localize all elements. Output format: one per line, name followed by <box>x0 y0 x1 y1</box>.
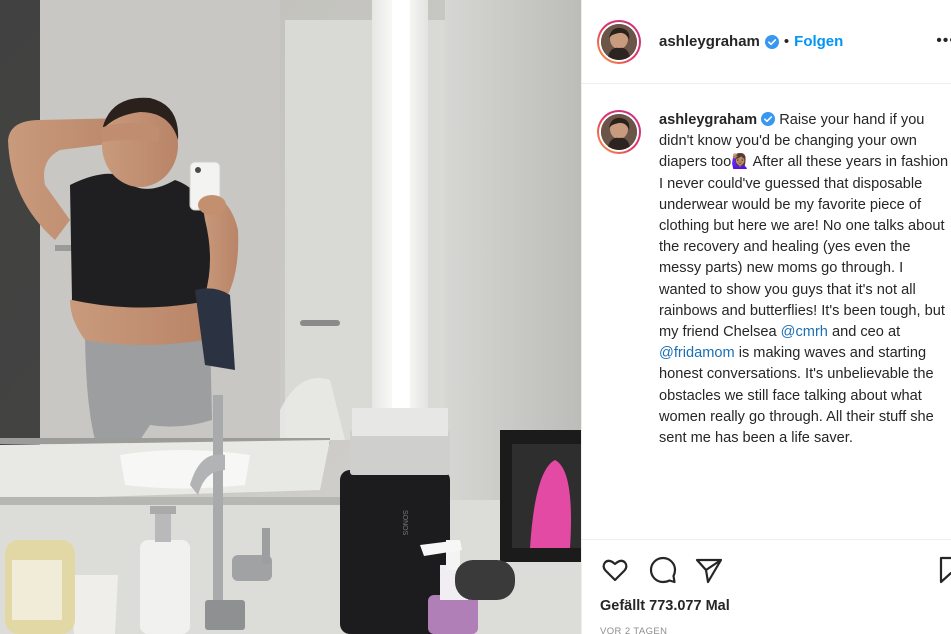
comment-icon[interactable] <box>648 555 678 585</box>
profile-avatar[interactable] <box>597 19 641 64</box>
likes-count[interactable]: Gefällt 773.077 Mal <box>600 598 730 614</box>
header-separator: • <box>783 33 790 50</box>
caption-avatar[interactable] <box>597 110 641 154</box>
profile-photo-icon <box>601 23 637 60</box>
verified-badge-icon <box>764 34 779 49</box>
username-link[interactable]: ashleygraham <box>659 33 760 50</box>
bookmark-icon[interactable] <box>936 555 951 585</box>
post-header: ashleygraham • Folgen ••• <box>582 0 951 84</box>
caption: ashleygraham Raise your hand if you didn… <box>597 110 951 449</box>
heart-icon[interactable] <box>600 555 630 585</box>
mention-link-fridamom[interactable]: @fridamom <box>659 345 735 361</box>
svg-text:SONOS: SONOS <box>401 510 408 536</box>
post-timestamp[interactable]: VOR 2 TAGEN <box>600 626 667 634</box>
post-side-panel: ashleygraham • Folgen ••• <box>581 0 951 634</box>
profile-photo-icon <box>601 114 637 150</box>
caption-segment: and ceo at <box>827 324 901 341</box>
paper-plane-icon[interactable] <box>694 555 724 585</box>
post-actions: Gefällt 773.077 Mal VOR 2 TAGEN <box>582 539 951 634</box>
verified-badge-icon <box>761 112 776 126</box>
post-photo[interactable]: SONOS <box>0 0 581 634</box>
caption-text: ashleygraham Raise your hand if you didn… <box>659 110 949 449</box>
caption-username-link[interactable]: ashleygraham <box>659 112 757 128</box>
follow-button[interactable]: Folgen <box>794 33 843 50</box>
more-options-icon[interactable]: ••• <box>936 32 951 50</box>
caption-segment: Raise your hand if you didn't know you'd… <box>659 112 949 341</box>
mention-link-cmrh[interactable]: @cmrh <box>781 324 828 340</box>
bathroom-mirror-selfie-image: SONOS <box>0 0 581 634</box>
